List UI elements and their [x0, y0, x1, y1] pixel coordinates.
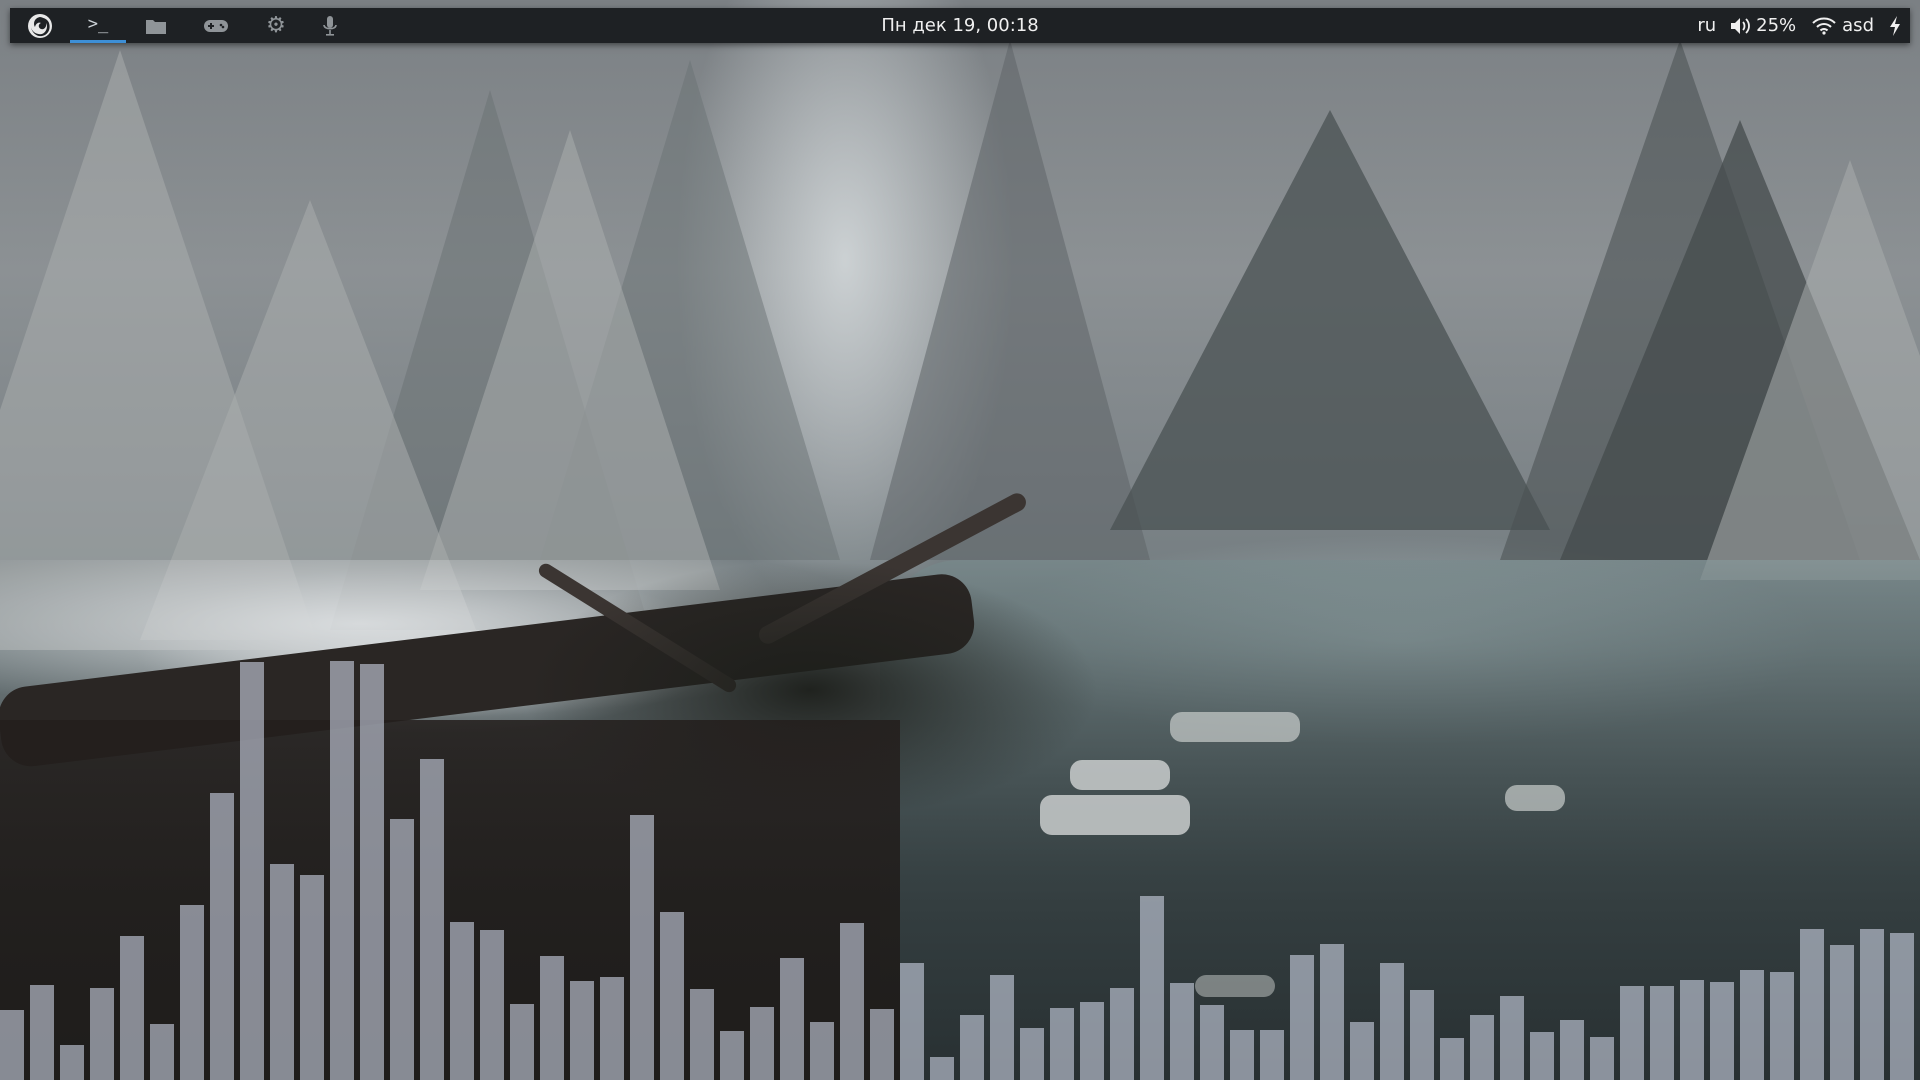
- launcher-firefox[interactable]: [12, 8, 68, 43]
- lightning-icon: [1890, 15, 1900, 36]
- volume-percent: 25%: [1756, 15, 1797, 36]
- desktop: >_ ⚙ Пн дек 19, 00:18 ru 25% asd: [0, 0, 1920, 1080]
- network-name: asd: [1842, 15, 1874, 36]
- launcher-games[interactable]: [188, 8, 244, 43]
- wifi-icon: [1812, 17, 1836, 35]
- gear-icon: ⚙: [266, 13, 286, 38]
- terminal-icon: >_: [87, 14, 109, 34]
- folder-icon: [146, 19, 166, 34]
- network-indicator[interactable]: asd: [1812, 15, 1874, 36]
- gamepad-icon: [204, 19, 228, 32]
- top-panel: >_ ⚙ Пн дек 19, 00:18 ru 25% asd: [10, 8, 1910, 43]
- keyboard-layout-indicator[interactable]: ru: [1697, 15, 1716, 36]
- firefox-icon: [28, 13, 52, 38]
- microphone-icon: [323, 15, 337, 36]
- launcher-files[interactable]: [128, 8, 184, 43]
- wallpaper: [0, 0, 1920, 1080]
- system-tray: ru 25% asd: [1697, 8, 1902, 43]
- launcher-microphone[interactable]: [302, 8, 358, 43]
- launcher-settings[interactable]: ⚙: [248, 8, 304, 43]
- power-indicator[interactable]: [1888, 15, 1902, 37]
- volume-control[interactable]: 25%: [1730, 15, 1796, 36]
- speaker-icon: [1731, 17, 1751, 34]
- launcher-terminal[interactable]: >_: [70, 8, 126, 43]
